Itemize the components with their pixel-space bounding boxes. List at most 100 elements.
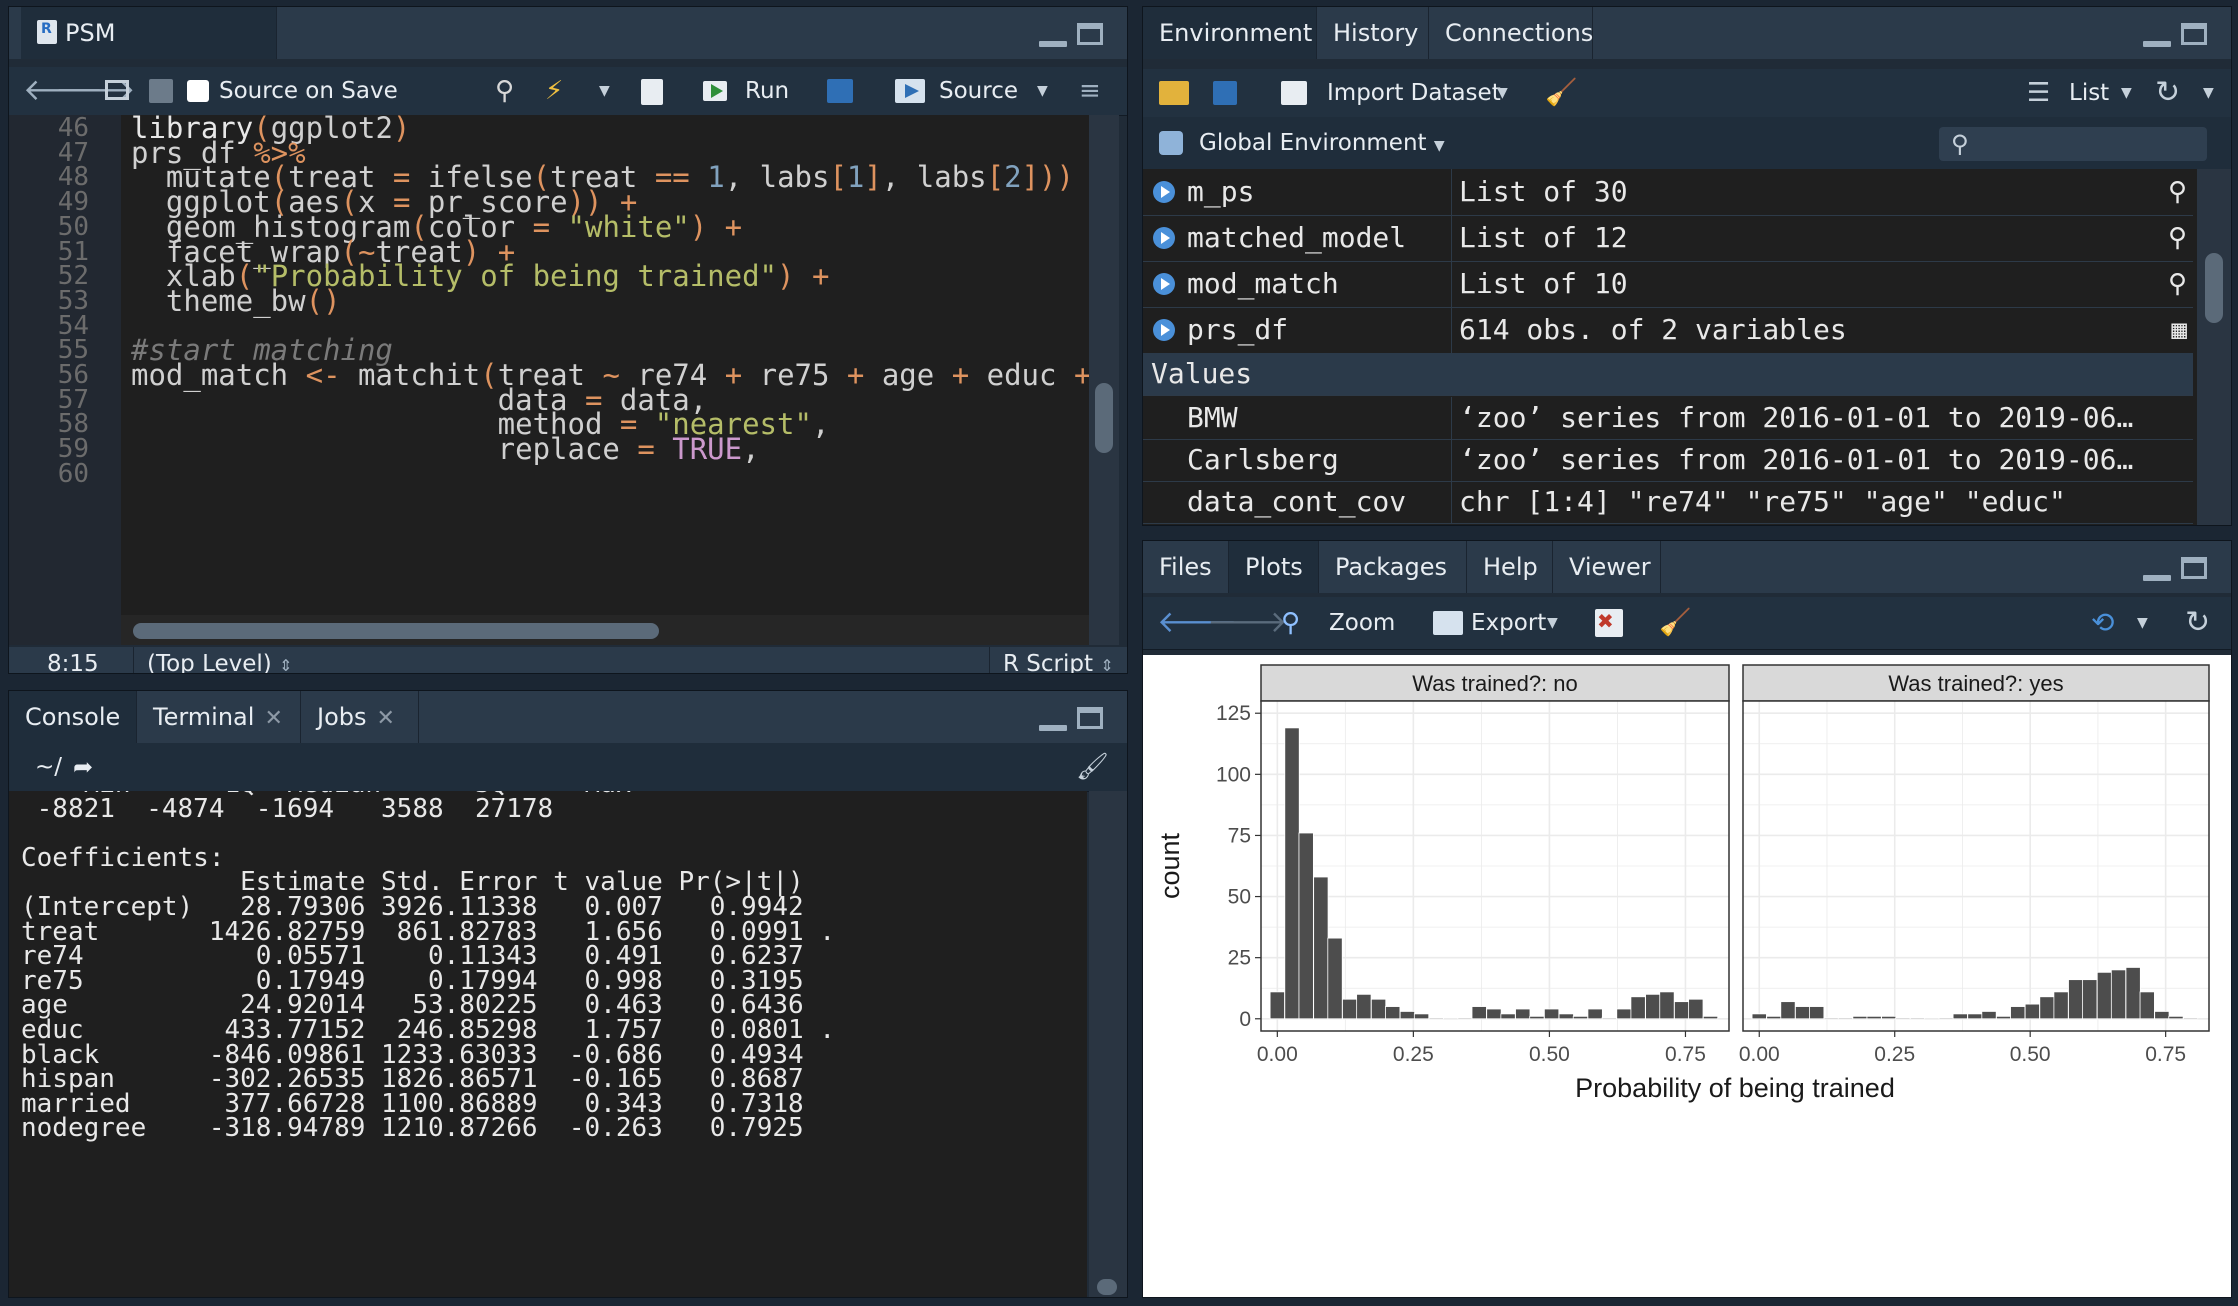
environment-data-row[interactable]: prs_df 614 obs. of 2 variables ▦ bbox=[1143, 307, 2193, 354]
view-mode-dropdown[interactable]: List bbox=[2069, 69, 2109, 117]
environment-value-row[interactable]: Carlsberg ‘zoo’ series from 2016-01-01 to… bbox=[1143, 439, 2193, 482]
tab-files[interactable]: Files bbox=[1143, 541, 1229, 593]
chevron-down-icon[interactable]: ▼ bbox=[1547, 597, 1558, 645]
export-icon[interactable] bbox=[1433, 611, 1463, 635]
filetype-selector[interactable]: R Script ⇕ bbox=[1003, 647, 1114, 673]
search-icon[interactable]: ⚲ bbox=[2168, 215, 2187, 261]
expand-arrow-icon[interactable] bbox=[1153, 319, 1175, 341]
chevron-down-icon[interactable]: ▼ bbox=[2121, 69, 2132, 117]
maximize-icon[interactable] bbox=[2181, 557, 2207, 579]
tab-packages-label: Packages bbox=[1335, 553, 1447, 581]
variable-name: m_ps bbox=[1187, 175, 1255, 208]
console-output[interactable]: Min 1Q Median 3Q Max -8821 -4874 -1694 3… bbox=[9, 791, 1087, 1297]
minimize-icon[interactable] bbox=[1039, 725, 1067, 731]
histogram-bar bbox=[1967, 1013, 1983, 1020]
environment-data-row[interactable]: mod_match List of 10 ⚲ bbox=[1143, 261, 2193, 308]
zoom-button[interactable]: Zoom bbox=[1329, 597, 1395, 645]
tab-history[interactable]: History bbox=[1317, 7, 1429, 59]
minimize-icon[interactable] bbox=[2143, 41, 2171, 47]
tab-terminal[interactable]: Terminal ✕ bbox=[137, 691, 301, 743]
x-tick-label: 0.75 bbox=[1665, 1043, 1706, 1066]
plots-toolbar: 🡐 🡒 ⚲ Zoom Export ▼ ✖ 🧹 ⟲ ▼ ↻ bbox=[1143, 597, 2231, 650]
import-dataset-button[interactable]: Import Dataset bbox=[1327, 69, 1501, 117]
environment-value-row[interactable]: BMW ‘zoo’ series from 2016-01-01 to 2019-… bbox=[1143, 397, 2193, 440]
refresh-icon[interactable]: ↻ bbox=[2185, 597, 2210, 645]
search-icon[interactable]: ⚲ bbox=[495, 67, 514, 115]
close-icon[interactable]: ✕ bbox=[377, 706, 395, 731]
source-button[interactable]: Source bbox=[939, 67, 1018, 115]
search-icon[interactable]: ⚲ bbox=[2168, 169, 2187, 215]
refresh-icon[interactable]: ↻ bbox=[2155, 69, 2180, 117]
environment-value-row[interactable]: data_cont_cov chr [1:4] "re74" "re75" "ag… bbox=[1143, 481, 2193, 524]
variable-value: List of 30 bbox=[1459, 175, 1628, 208]
tab-help-label: Help bbox=[1483, 553, 1538, 581]
environment-scope-dropdown[interactable]: Global Environment ▼ bbox=[1199, 117, 1445, 169]
open-folder-icon[interactable] bbox=[1159, 81, 1189, 105]
expand-arrow-icon[interactable] bbox=[1153, 227, 1175, 249]
minimize-icon[interactable] bbox=[1039, 41, 1067, 47]
run-button[interactable]: Run bbox=[745, 67, 789, 115]
list-view-icon[interactable]: ☰ bbox=[2027, 69, 2050, 117]
tab-environment[interactable]: Environment bbox=[1143, 7, 1317, 59]
maximize-icon[interactable] bbox=[2181, 23, 2207, 45]
tab-packages[interactable]: Packages bbox=[1319, 541, 1467, 593]
tab-jobs[interactable]: Jobs ✕ bbox=[301, 691, 419, 743]
publish-icon[interactable]: ⟲ bbox=[2091, 597, 2114, 645]
tab-connections[interactable]: Connections bbox=[1429, 7, 1593, 59]
forward-arrow-icon[interactable]: 🡒 bbox=[1207, 597, 1287, 645]
remove-plot-icon[interactable]: ✖ bbox=[1595, 609, 1623, 637]
tab-environment-label: Environment bbox=[1159, 19, 1313, 47]
run-icon[interactable] bbox=[703, 81, 727, 101]
rerun-icon[interactable] bbox=[827, 79, 853, 103]
histogram-bar bbox=[1659, 991, 1675, 1020]
window-controls bbox=[1039, 21, 1109, 51]
search-icon[interactable]: ⚲ bbox=[2168, 261, 2187, 307]
environment-vertical-scrollbar[interactable] bbox=[2197, 169, 2231, 525]
minimize-icon[interactable] bbox=[2143, 575, 2171, 581]
environment-search-input[interactable]: ⚲ bbox=[1939, 127, 2207, 161]
clear-plots-broom-icon[interactable]: 🧹 bbox=[1659, 597, 1691, 645]
variable-name: mod_match bbox=[1187, 267, 1339, 300]
code-editor[interactable]: 46 47 48 49 50 51 52 53 54 55 56 57 58 59 60 library(g… bbox=[9, 111, 1119, 645]
close-icon[interactable]: ✕ bbox=[264, 706, 282, 731]
chevron-down-icon[interactable]: ▼ bbox=[1497, 69, 1508, 117]
show-in-window-icon[interactable] bbox=[105, 80, 129, 100]
clear-console-brush-icon[interactable]: 🖌 bbox=[1076, 743, 1109, 791]
editor-vertical-scrollbar[interactable] bbox=[1089, 115, 1119, 645]
import-dataset-icon[interactable] bbox=[1281, 81, 1307, 105]
maximize-icon[interactable] bbox=[1077, 707, 1103, 729]
chevron-down-icon[interactable]: ▼ bbox=[2203, 69, 2214, 117]
outline-icon[interactable]: ≡ bbox=[1079, 67, 1101, 115]
tab-help[interactable]: Help bbox=[1467, 541, 1553, 593]
chevron-down-icon[interactable]: ▼ bbox=[1037, 67, 1048, 115]
tab-viewer[interactable]: Viewer bbox=[1553, 541, 1661, 593]
editor-horizontal-scrollbar[interactable] bbox=[121, 615, 1089, 645]
expand-arrow-icon[interactable] bbox=[1153, 181, 1175, 203]
tab-console[interactable]: Console bbox=[9, 691, 137, 743]
save-icon[interactable] bbox=[149, 79, 173, 103]
grid-icon[interactable]: ▦ bbox=[2171, 307, 2187, 353]
scope-selector[interactable]: (Top Level) ⇕ bbox=[147, 647, 293, 673]
console-vertical-scrollbar[interactable] bbox=[1089, 791, 1127, 1297]
editor-tab[interactable]: RPSM lalonde.R✕ bbox=[21, 7, 277, 99]
chevron-down-icon[interactable]: ▼ bbox=[2137, 597, 2148, 645]
source-on-save-checkbox[interactable] bbox=[187, 80, 209, 102]
source-icon[interactable] bbox=[895, 79, 925, 103]
chevron-down-icon[interactable]: ▼ bbox=[599, 67, 610, 115]
code-tools-wand-icon[interactable]: ⚡ bbox=[545, 67, 563, 115]
compile-report-icon[interactable] bbox=[641, 79, 663, 105]
histogram-bar bbox=[1558, 1013, 1574, 1020]
environment-data-row[interactable]: matched_model List of 12 ⚲ bbox=[1143, 215, 2193, 262]
maximize-icon[interactable] bbox=[1077, 23, 1103, 45]
tab-plots[interactable]: Plots bbox=[1229, 541, 1319, 593]
save-icon[interactable] bbox=[1213, 81, 1237, 105]
export-button[interactable]: Export bbox=[1471, 597, 1546, 645]
variable-value: List of 12 bbox=[1459, 221, 1628, 254]
environment-data-row[interactable]: m_ps List of 30 ⚲ bbox=[1143, 169, 2193, 216]
zoom-icon[interactable]: ⚲ bbox=[1281, 597, 1300, 645]
expand-arrow-icon[interactable] bbox=[1153, 273, 1175, 295]
clear-workspace-broom-icon[interactable]: 🧹 bbox=[1545, 69, 1577, 117]
x-tick-label: 0.50 bbox=[1529, 1043, 1570, 1066]
go-to-directory-arrow-icon[interactable]: ➦ bbox=[73, 743, 93, 791]
x-tick-label: 0.00 bbox=[1257, 1043, 1298, 1066]
